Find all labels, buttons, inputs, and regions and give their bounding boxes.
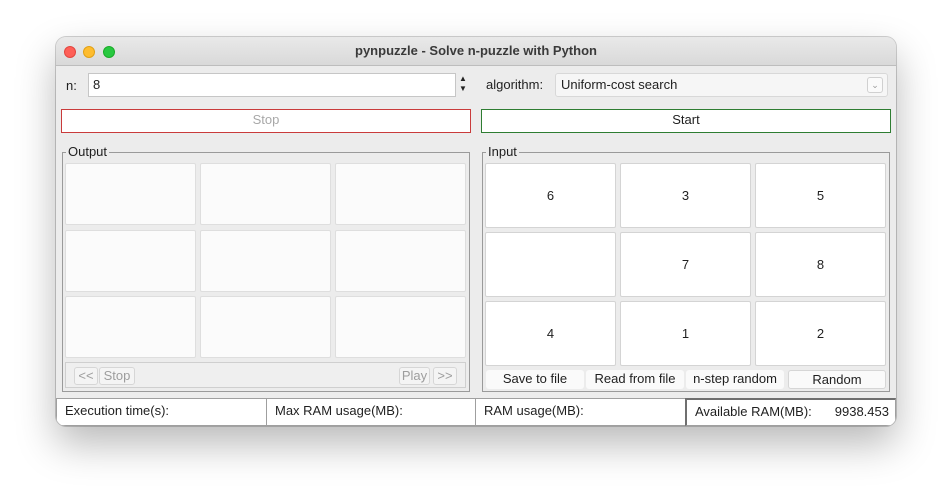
stop-button[interactable]: Stop bbox=[61, 109, 471, 133]
output-tile bbox=[200, 230, 331, 292]
output-tile bbox=[65, 230, 196, 292]
puzzle-tile[interactable]: 7 bbox=[620, 232, 751, 297]
output-tile bbox=[200, 163, 331, 225]
puzzle-tile[interactable]: 4 bbox=[485, 301, 616, 366]
next-step-button[interactable]: >> bbox=[433, 367, 457, 385]
algorithm-selected-value: Uniform-cost search bbox=[561, 77, 678, 92]
puzzle-tile[interactable]: 5 bbox=[755, 163, 886, 228]
output-tile bbox=[65, 163, 196, 225]
app-window: pynpuzzle - Solve n-puzzle with Python n… bbox=[56, 37, 896, 426]
execution-time-status: Execution time(s): bbox=[56, 398, 267, 426]
algorithm-select[interactable]: Uniform-cost search ⌄ bbox=[555, 73, 888, 97]
ram-usage-label: RAM usage(MB): bbox=[484, 403, 584, 418]
output-tile bbox=[65, 296, 196, 358]
puzzle-tile[interactable]: 2 bbox=[755, 301, 886, 366]
output-tile bbox=[335, 296, 466, 358]
n-input[interactable]: 8 bbox=[88, 73, 456, 97]
output-tile bbox=[200, 296, 331, 358]
algorithm-label: algorithm: bbox=[486, 77, 544, 92]
spinner-arrows-icon[interactable]: ▲ ▼ bbox=[457, 74, 469, 96]
output-title: Output bbox=[66, 144, 110, 159]
title-bar: pynpuzzle - Solve n-puzzle with Python bbox=[56, 37, 896, 66]
start-button[interactable]: Start bbox=[481, 109, 891, 133]
n-label: n: bbox=[66, 78, 77, 93]
output-tile bbox=[335, 230, 466, 292]
save-to-file-button[interactable]: Save to file bbox=[486, 370, 584, 389]
random-button[interactable]: Random bbox=[788, 370, 886, 389]
input-title: Input bbox=[486, 144, 519, 159]
n-step-random-button[interactable]: n-step random bbox=[686, 370, 784, 389]
puzzle-tile-blank[interactable] bbox=[485, 232, 616, 297]
output-tile bbox=[335, 163, 466, 225]
previous-step-button[interactable]: << bbox=[74, 367, 98, 385]
available-ram-label: Available RAM(MB): bbox=[695, 404, 812, 419]
available-ram-status: Available RAM(MB): 9938.453 bbox=[685, 398, 896, 426]
play-button[interactable]: Play bbox=[399, 367, 430, 385]
window-title: pynpuzzle - Solve n-puzzle with Python bbox=[355, 43, 597, 58]
available-ram-value: 9938.453 bbox=[834, 404, 889, 419]
puzzle-tile[interactable]: 8 bbox=[755, 232, 886, 297]
playback-stop-button[interactable]: Stop bbox=[99, 367, 135, 385]
execution-time-label: Execution time(s): bbox=[65, 403, 170, 418]
max-ram-label: Max RAM usage(MB): bbox=[275, 403, 403, 418]
puzzle-tile[interactable]: 3 bbox=[620, 163, 751, 228]
max-ram-status: Max RAM usage(MB): bbox=[266, 398, 476, 426]
read-from-file-button[interactable]: Read from file bbox=[586, 370, 684, 389]
puzzle-tile[interactable]: 1 bbox=[620, 301, 751, 366]
ram-usage-status: RAM usage(MB): bbox=[475, 398, 686, 426]
puzzle-tile[interactable]: 6 bbox=[485, 163, 616, 228]
chevron-down-icon: ⌄ bbox=[867, 77, 883, 93]
